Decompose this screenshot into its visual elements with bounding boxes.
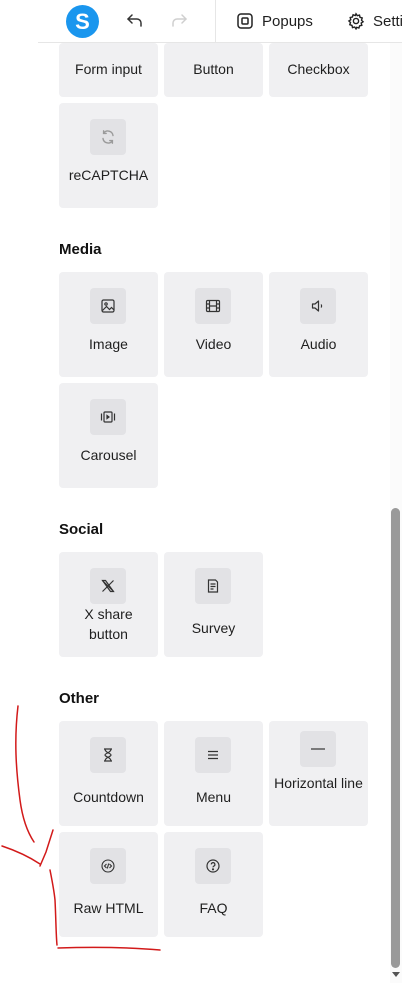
gear-icon (347, 12, 365, 30)
tile-image[interactable]: Image (59, 272, 158, 377)
app-logo[interactable]: S (66, 5, 99, 38)
tile-label: Survey (191, 620, 236, 636)
tile-label: Image (89, 336, 128, 352)
tile-form-input[interactable]: Form input (59, 43, 158, 97)
popups-label: Popups (262, 12, 313, 30)
tile-label: Audio (300, 336, 337, 352)
tile-label: Video (195, 336, 232, 352)
popups-button[interactable]: Popups (236, 0, 313, 42)
tile-label: Button (193, 61, 234, 77)
popup-icon (237, 13, 253, 29)
horizontal-line-icon (300, 731, 336, 767)
tile-label: Checkbox (287, 61, 350, 77)
settings-label: Setti (373, 12, 402, 30)
tile-audio[interactable]: Audio (269, 272, 368, 377)
tile-label: Carousel (80, 447, 137, 463)
hamburger-icon (195, 737, 231, 773)
tile-carousel[interactable]: Carousel (59, 383, 158, 488)
section-title-media: Media (59, 241, 102, 258)
tile-label: Countdown (73, 789, 144, 805)
question-icon (195, 848, 231, 884)
toolbar-bottom-border (38, 42, 402, 43)
tile-label: Menu (195, 789, 232, 805)
tile-label: FAQ (199, 900, 228, 916)
tile-button[interactable]: Button (164, 43, 263, 97)
tile-label: Raw HTML (73, 900, 144, 916)
tile-recaptcha[interactable]: reCAPTCHA (59, 103, 158, 208)
toolbar-divider (215, 0, 216, 43)
carousel-icon (90, 399, 126, 435)
refresh-icon (90, 119, 126, 155)
undo-icon[interactable] (124, 9, 146, 31)
survey-icon (195, 568, 231, 604)
widget-panel: Form input Button Checkbox reCAPTCHA Med… (0, 0, 390, 983)
hourglass-icon (90, 737, 126, 773)
film-icon (195, 288, 231, 324)
tile-checkbox[interactable]: Checkbox (269, 43, 368, 97)
tile-x-share-button[interactable]: X share button (59, 552, 158, 657)
scrollbar-thumb[interactable] (391, 508, 400, 968)
x-logo-icon (90, 568, 126, 604)
tile-survey[interactable]: Survey (164, 552, 263, 657)
tile-label: reCAPTCHA (68, 167, 149, 183)
tile-countdown[interactable]: Countdown (59, 721, 158, 826)
tile-horizontal-line[interactable]: Horizontal line (269, 721, 368, 826)
redo-icon[interactable] (168, 9, 190, 31)
tile-menu[interactable]: Menu (164, 721, 263, 826)
tile-label: X share button (84, 606, 133, 642)
scroll-down-arrow-icon[interactable] (392, 972, 400, 977)
tile-label: Form input (75, 61, 142, 77)
image-icon (90, 288, 126, 324)
tile-label: Horizontal line (274, 775, 363, 791)
top-toolbar: S Popups Setti (0, 0, 402, 43)
tile-faq[interactable]: FAQ (164, 832, 263, 937)
settings-button[interactable]: Setti (347, 0, 402, 42)
tile-video[interactable]: Video (164, 272, 263, 377)
tile-raw-html[interactable]: Raw HTML (59, 832, 158, 937)
code-icon (90, 848, 126, 884)
section-title-other: Other (59, 690, 100, 707)
section-title-social: Social (59, 521, 104, 538)
speaker-icon (300, 288, 336, 324)
